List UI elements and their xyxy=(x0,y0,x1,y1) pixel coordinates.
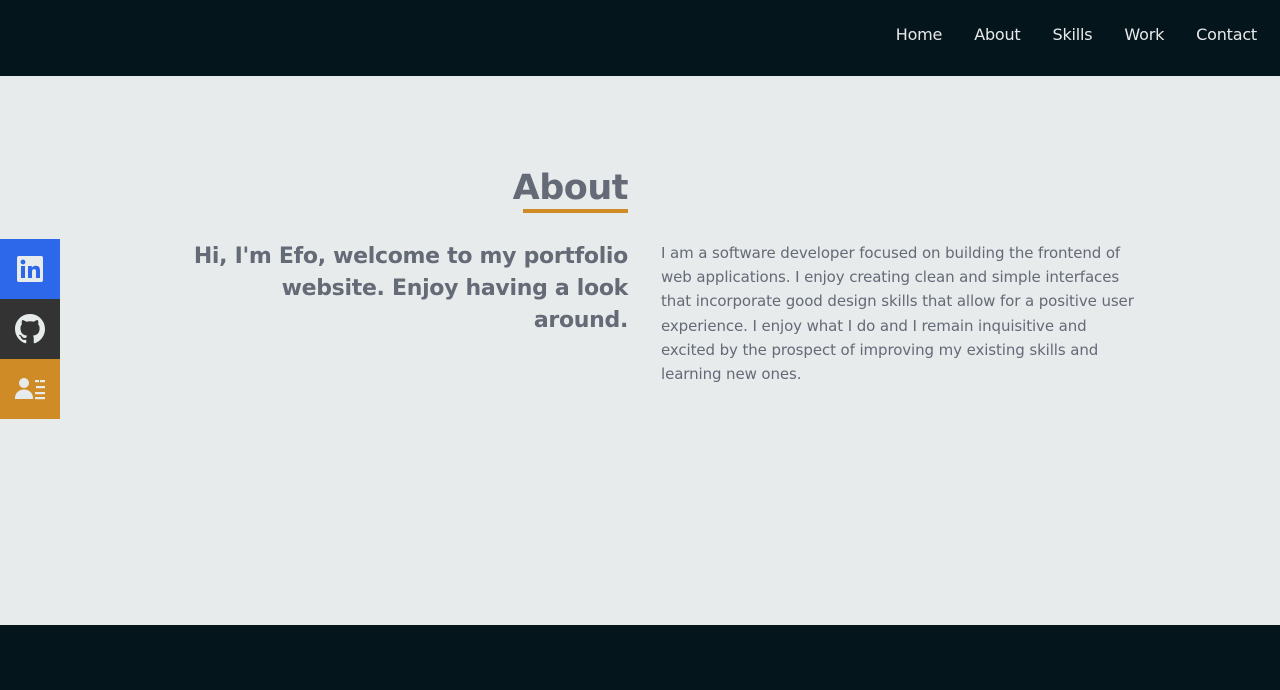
resume-link[interactable] xyxy=(0,359,60,419)
github-icon xyxy=(15,314,45,344)
nav-link-contact[interactable]: Contact xyxy=(1196,24,1257,46)
section-title: About xyxy=(512,168,629,208)
nav-link-about[interactable]: About xyxy=(974,24,1021,46)
site-footer xyxy=(0,625,1280,690)
linkedin-link[interactable] xyxy=(0,239,60,299)
site-header: Home About Skills Work Contact xyxy=(0,0,1280,76)
bio-paragraph: I am a software developer focused on bui… xyxy=(661,244,1134,384)
nav-link-home[interactable]: Home xyxy=(896,24,943,46)
intro-heading: Hi, I'm Efo, welcome to my portfolio web… xyxy=(193,244,628,333)
social-sidebar xyxy=(0,239,60,419)
nav-link-work[interactable]: Work xyxy=(1124,24,1164,46)
title-underline xyxy=(523,209,628,213)
nav-link-skills[interactable]: Skills xyxy=(1053,24,1093,46)
github-link[interactable] xyxy=(0,299,60,359)
linkedin-icon xyxy=(17,256,43,282)
resume-icon xyxy=(15,378,45,400)
main-nav: Home About Skills Work Contact xyxy=(864,24,1257,46)
